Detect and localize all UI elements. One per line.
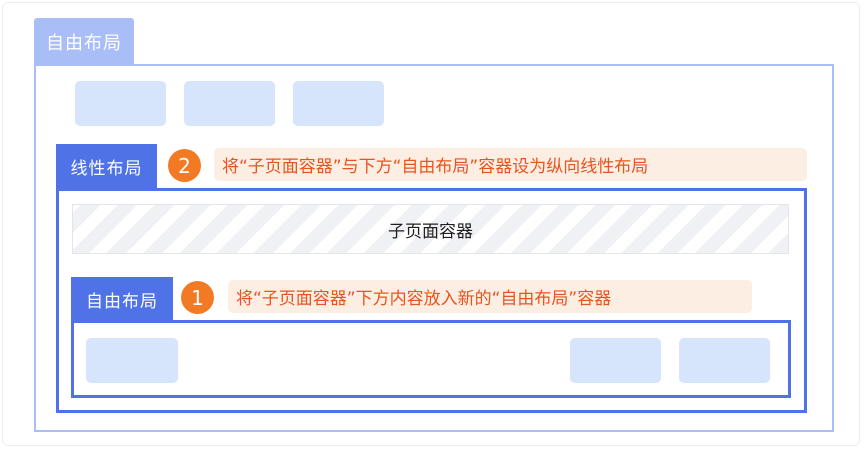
step-note-text: 将“子页面容器”下方内容放入新的“自由布局”容器 — [236, 289, 612, 309]
subpage-container: 子页面容器 — [72, 204, 789, 254]
placeholder-block — [184, 81, 275, 126]
placeholder-block — [75, 81, 166, 126]
outer-free-layout-label: 自由布局 — [46, 32, 122, 54]
outer-free-layout-tag: 自由布局 — [34, 18, 134, 65]
step-badge-2: 2 — [168, 149, 201, 182]
linear-layout-label: 线性布局 — [70, 159, 143, 179]
step-note-2: 将“子页面容器”与下方“自由布局”容器设为纵向线性布局 — [214, 148, 807, 181]
placeholder-block — [293, 81, 384, 126]
inner-free-layout-label: 自由布局 — [86, 291, 158, 312]
step-number: 2 — [178, 153, 191, 178]
placeholder-block — [86, 338, 178, 383]
placeholder-block — [679, 338, 770, 383]
inner-free-layout-tag: 自由布局 — [71, 277, 173, 321]
subpage-container-label: 子页面容器 — [388, 221, 473, 242]
placeholder-block — [570, 338, 661, 383]
step-note-1: 将“子页面容器”下方内容放入新的“自由布局”容器 — [228, 280, 752, 313]
linear-layout-tag: 线性布局 — [56, 144, 157, 189]
step-number: 1 — [191, 285, 204, 310]
step-note-text: 将“子页面容器”与下方“自由布局”容器设为纵向线性布局 — [222, 157, 649, 177]
step-badge-1: 1 — [181, 281, 214, 314]
